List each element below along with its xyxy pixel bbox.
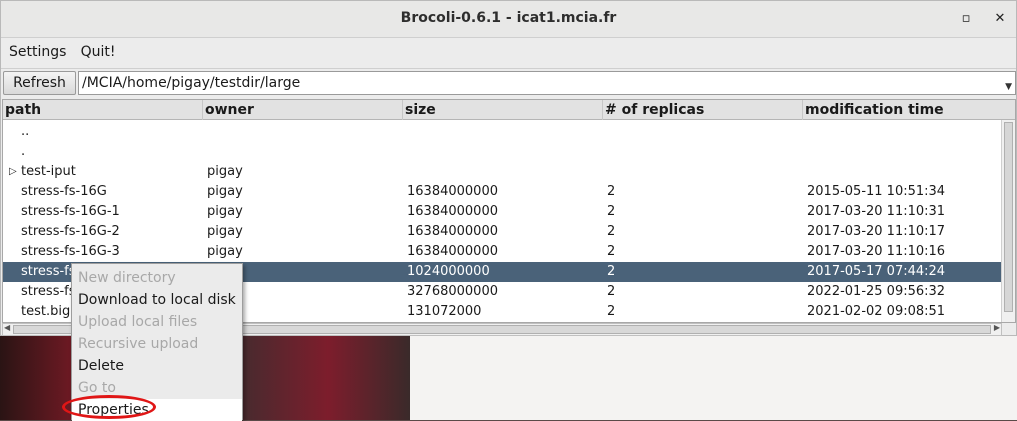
cell-path: .. [21, 124, 30, 139]
cell-size: 131072000 [407, 304, 482, 319]
cell-owner: pigay [207, 224, 243, 239]
expand-arrow-icon[interactable]: ▷ [9, 162, 17, 182]
scroll-left-icon[interactable]: ◀ [4, 323, 10, 332]
menu-item-upload[interactable]: Upload local files [72, 311, 242, 333]
cell-path: stress-fs [21, 284, 76, 299]
cell-owner: pigay [207, 204, 243, 219]
table-row[interactable]: stress-fs-16G-2 pigay 16384000000 2 2017-03-… [3, 222, 1001, 242]
table-row[interactable]: . [3, 142, 1001, 162]
cell-mtime: 2017-03-20 11:10:17 [807, 224, 946, 239]
menu-item-new-directory[interactable]: New directory [72, 267, 242, 289]
column-header-path[interactable]: path [3, 100, 203, 120]
cell-replicas: 2 [607, 304, 616, 319]
context-menu: New directory Download to local disk Upl… [71, 263, 243, 421]
path-combobox[interactable]: /MCIA/home/pigay/testdir/large ▼ [78, 71, 1016, 95]
table-row[interactable]: stress-fs-16G-1 pigay 16384000000 2 2017-03-… [3, 202, 1001, 222]
scroll-right-icon[interactable]: ▶ [994, 323, 1000, 332]
cell-path: stress-fs-16G [21, 184, 107, 199]
menu-settings[interactable]: Settings [9, 38, 66, 66]
background-window-fragment [410, 336, 1017, 420]
cell-size: 16384000000 [407, 224, 498, 239]
cell-size: 1024000000 [407, 264, 490, 279]
cell-path: stress-fs [21, 264, 76, 279]
path-value: /MCIA/home/pigay/testdir/large [82, 75, 301, 91]
table-row[interactable]: ▷ test-iput pigay [3, 162, 1001, 182]
menu-bar: Settings Quit! [1, 38, 1016, 69]
cell-mtime: 2017-05-17 07:44:24 [807, 264, 946, 279]
column-header-mtime[interactable]: modification time [803, 100, 1015, 120]
cell-size: 32768000000 [407, 284, 498, 299]
cell-mtime: 2015-05-11 10:51:34 [807, 184, 946, 199]
cell-replicas: 2 [607, 184, 616, 199]
cell-size: 16384000000 [407, 244, 498, 259]
table-header: path owner size # of replicas modificati… [3, 100, 1015, 120]
cell-replicas: 2 [607, 244, 616, 259]
window-title: Brocoli-0.6.1 - icat1.mcia.fr [400, 10, 617, 26]
cell-path: stress-fs-16G-3 [21, 244, 120, 259]
cell-mtime: 2017-03-20 11:10:31 [807, 204, 946, 219]
close-button[interactable]: ✕ [989, 9, 1011, 29]
cell-owner: pigay [207, 164, 243, 179]
toolbar: Refresh /MCIA/home/pigay/testdir/large ▼ [1, 69, 1016, 97]
column-header-replicas[interactable]: # of replicas [603, 100, 803, 120]
cell-replicas: 2 [607, 284, 616, 299]
cell-size: 16384000000 [407, 184, 498, 199]
menu-item-delete[interactable]: Delete [72, 355, 242, 377]
cell-replicas: 2 [607, 264, 616, 279]
menu-item-properties[interactable]: Properties [72, 399, 242, 421]
table-row[interactable]: .. [3, 122, 1001, 142]
menu-item-go-to[interactable]: Go to [72, 377, 242, 399]
cell-replicas: 2 [607, 204, 616, 219]
table-row[interactable]: stress-fs-16G pigay 16384000000 2 2015-05-11… [3, 182, 1001, 202]
cell-owner: pigay [207, 184, 243, 199]
cell-path: stress-fs-16G-1 [21, 204, 120, 219]
refresh-button[interactable]: Refresh [3, 71, 76, 95]
cell-mtime: 2017-03-20 11:10:16 [807, 244, 946, 259]
cell-mtime: 2022-01-25 09:56:32 [807, 284, 946, 299]
cell-mtime: 2021-02-02 09:08:51 [807, 304, 946, 319]
cell-path: test-iput [21, 164, 76, 179]
cell-path: . [21, 144, 26, 159]
column-header-size[interactable]: size [403, 100, 603, 120]
menu-item-download[interactable]: Download to local disk [72, 289, 242, 311]
cell-replicas: 2 [607, 224, 616, 239]
vertical-scrollbar-thumb[interactable] [1004, 122, 1013, 312]
vertical-scrollbar[interactable] [1001, 120, 1015, 322]
menu-item-recursive-upload[interactable]: Recursive upload [72, 333, 242, 355]
chevron-down-icon[interactable]: ▼ [1005, 76, 1012, 98]
column-header-owner[interactable]: owner [203, 100, 403, 120]
cell-owner: pigay [207, 244, 243, 259]
menu-quit[interactable]: Quit! [81, 38, 116, 66]
cell-path: test.big [21, 304, 71, 319]
maximize-button[interactable]: ▫ [955, 9, 977, 29]
cell-path: stress-fs-16G-2 [21, 224, 120, 239]
table-row[interactable]: stress-fs-16G-3 pigay 16384000000 2 2017-03-… [3, 242, 1001, 262]
cell-size: 16384000000 [407, 204, 498, 219]
title-bar: Brocoli-0.6.1 - icat1.mcia.fr ▫ ✕ [1, 1, 1016, 38]
